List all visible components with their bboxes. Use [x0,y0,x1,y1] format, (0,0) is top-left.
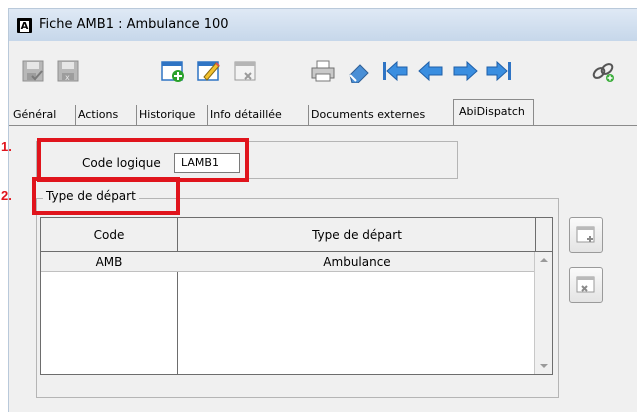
delete-icon[interactable] [231,57,259,85]
title-bar: A Fiche AMB1 : Ambulance 100 [9,9,637,41]
scroll-up-icon[interactable] [540,258,548,262]
clear-icon[interactable] [345,57,373,85]
grid-header: Code Type de départ [41,218,552,252]
edit-icon[interactable] [195,57,223,85]
first-record-icon[interactable] [381,57,409,85]
save-icon[interactable]: x [54,57,82,85]
save-close-icon[interactable] [19,57,47,85]
add-row-icon [576,226,595,243]
delete-row-button[interactable] [569,267,603,303]
cell-code: AMB [95,255,123,269]
tab-documents-externes[interactable]: Documents externes [308,105,427,125]
delete-row-icon [576,276,595,293]
print-icon[interactable] [309,57,337,85]
new-record-icon[interactable] [159,57,187,85]
previous-record-icon[interactable] [417,57,445,85]
toolbar: x [9,41,637,97]
link-icon[interactable] [589,57,617,85]
tab-abidispatch[interactable]: AbiDispatch [453,99,534,125]
column-header-type-depart[interactable]: Type de départ [178,218,536,252]
highlight-box-2 [32,177,180,215]
next-record-icon[interactable] [451,57,479,85]
scroll-down-icon[interactable] [540,364,548,368]
grid-scrollbar[interactable] [534,252,552,374]
type-depart-grid: Code Type de départ AMB Ambulance [40,217,553,375]
tab-strip: Général Actions Historique Info détaillé… [9,99,637,125]
annotation-marker-1: 1. [1,139,12,154]
add-row-button[interactable] [569,217,603,253]
column-header-code[interactable]: Code [41,218,177,252]
table-row[interactable]: AMB Ambulance [41,252,536,272]
tab-info-detaillee[interactable]: Info détaillée [207,105,284,125]
column-divider [177,218,178,374]
highlight-box-1 [37,138,249,182]
window-title: Fiche AMB1 : Ambulance 100 [39,17,229,32]
tab-historique[interactable]: Historique [136,105,197,125]
tab-general[interactable]: Général [11,105,58,125]
cell-type-depart: Ambulance [323,255,391,269]
column-divider [535,218,536,252]
app-logo-icon: A [17,18,32,33]
last-record-icon[interactable] [485,57,513,85]
annotation-marker-2: 2. [1,188,12,203]
svg-text:x: x [65,73,70,82]
tab-actions[interactable]: Actions [75,105,120,125]
